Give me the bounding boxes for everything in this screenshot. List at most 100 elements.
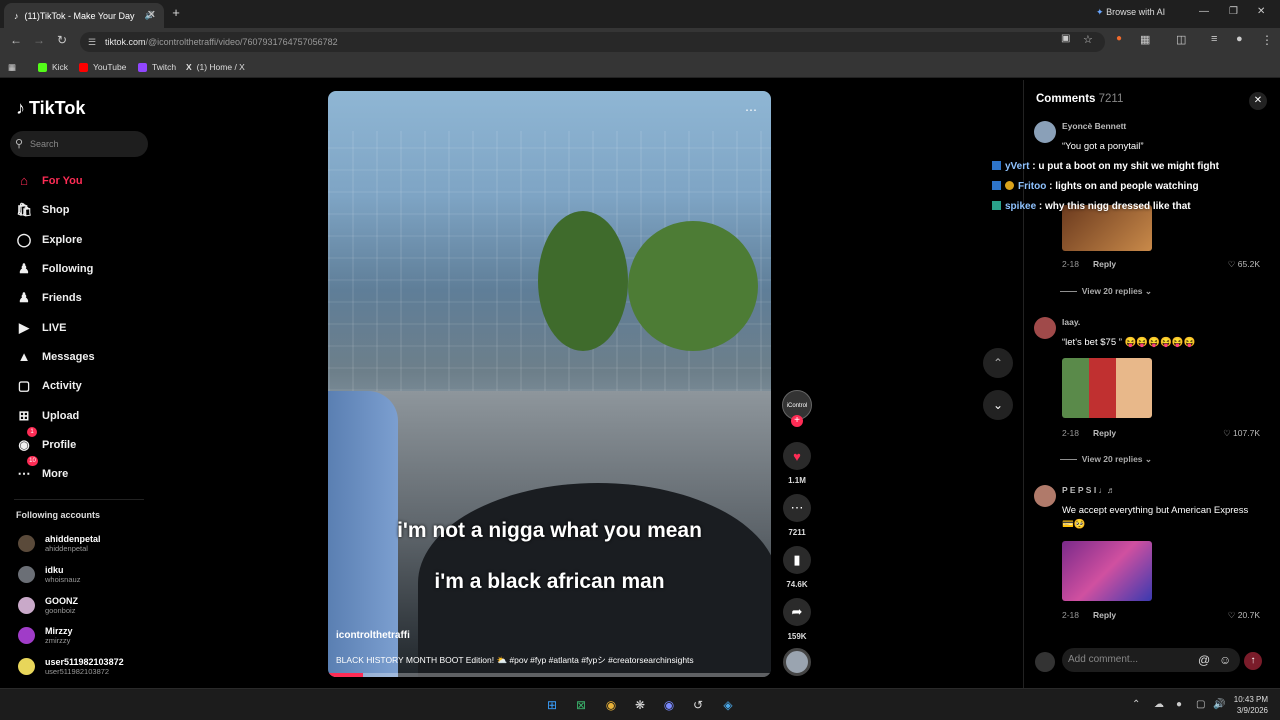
extension-icon[interactable]: ● (1116, 33, 1122, 44)
minimize-icon[interactable]: — (1199, 6, 1209, 17)
account-name: user511982103872 (45, 657, 124, 667)
bookmark-twitch[interactable]: Twitch (138, 62, 176, 72)
view-replies-button[interactable]: —— View 20 replies ⌄ (1060, 454, 1152, 465)
app-icon[interactable]: ↺ (690, 697, 706, 713)
account-item[interactable]: idku whoisnauz (18, 565, 80, 584)
nav-label: More (42, 468, 69, 480)
install-app-icon[interactable]: ▣ (1061, 33, 1070, 44)
extensions-puzzle-icon[interactable]: ▦ (1140, 33, 1150, 46)
discord-icon[interactable]: ◉ (661, 697, 677, 713)
bookmark-kick[interactable]: Kick (38, 62, 68, 72)
comment-like[interactable]: ♡ 65.2K (1228, 259, 1260, 270)
previous-video-button[interactable]: ⌃ (983, 348, 1013, 378)
browser-menu-icon[interactable]: ⋮ (1261, 33, 1273, 47)
nav-label: Friends (42, 292, 82, 304)
tab-close-icon[interactable]: ✕ (147, 8, 156, 21)
restore-icon[interactable]: ❐ (1229, 6, 1238, 17)
site-info-icon[interactable]: ☰ (88, 32, 96, 52)
comment-image[interactable] (1062, 358, 1152, 418)
account-item[interactable]: user511982103872 user511982103872 (18, 657, 124, 676)
nav-friends[interactable]: ♟ Friends (16, 290, 82, 306)
like-button[interactable]: ♥ 1.1M (783, 442, 811, 485)
nav-shop[interactable]: 🛍 Shop (16, 202, 70, 218)
comment-image[interactable] (1062, 541, 1152, 601)
chat-badge-icon (992, 181, 1001, 190)
share-button[interactable]: ➦ 159K (783, 598, 811, 641)
save-button[interactable]: ▮ 74.6K (783, 546, 811, 589)
chrome-icon[interactable]: ◉ (603, 697, 619, 713)
excel-icon[interactable]: ⊠ (573, 697, 589, 713)
avatar[interactable] (1034, 317, 1056, 339)
video-player[interactable]: ⋯ i'm not a nigga what you mean i'm a bl… (328, 91, 771, 677)
nav-upload[interactable]: ⊞ Upload (16, 408, 80, 424)
account-item[interactable]: Mirzzy zmirzzy (18, 626, 73, 645)
nav-following[interactable]: ♟ Following (16, 261, 93, 277)
bookmarks-bar: ▦ Kick YouTube Twitch X (1) Home / X (0, 56, 1280, 78)
comment-like[interactable]: ♡ 20.7K (1228, 610, 1260, 621)
reply-button[interactable]: Reply (1093, 428, 1116, 438)
nav-messages[interactable]: ▲ Messages (16, 349, 95, 364)
bookmark-youtube[interactable]: YouTube (79, 62, 126, 72)
chatgpt-icon[interactable]: ❋ (632, 697, 648, 713)
profile-avatar-icon[interactable]: ● (1236, 33, 1243, 45)
system-clock[interactable]: 10:43 PM 3/9/2026 (1234, 694, 1268, 716)
nav-explore[interactable]: ◯ Explore (16, 232, 83, 248)
music-disc-icon[interactable] (783, 648, 811, 676)
side-panel-icon[interactable]: ◫ (1176, 33, 1186, 46)
mic-icon[interactable]: ● (1176, 699, 1182, 710)
video-description[interactable]: BLACK HISTORY MONTH BOOT Edition! ⛅ #pov… (336, 654, 694, 666)
account-item[interactable]: ahiddenpetal ahiddenpetal (18, 534, 101, 553)
tiktok-logo[interactable]: ♪ TikTok (16, 98, 85, 119)
avatar[interactable] (1034, 485, 1056, 507)
windows-start-icon[interactable]: ⊞ (544, 697, 560, 713)
browser-tab[interactable]: ♪ (11)TikTok - Make Your Day 🔊 ✕ (4, 3, 164, 28)
cloud-icon[interactable]: ☁ (1154, 699, 1164, 710)
steam-icon[interactable]: ◈ (720, 697, 736, 713)
nav-live[interactable]: ▶ LIVE (16, 320, 66, 336)
comment-author[interactable]: laay. (1062, 317, 1080, 327)
bookmark-star-icon[interactable]: ☆ (1083, 33, 1093, 46)
view-replies-button[interactable]: —— View 20 replies ⌄ (1060, 286, 1152, 297)
forward-arrow-icon[interactable]: → (33, 33, 45, 47)
avatar[interactable] (1034, 121, 1056, 143)
media-control-icon[interactable]: ≡ (1211, 33, 1217, 45)
url-field[interactable]: ☰ tiktok.com/@icontrolthetraffi/video/76… (80, 32, 1105, 52)
bookmark-x[interactable]: X (1) Home / X (186, 62, 245, 72)
reply-button[interactable]: Reply (1093, 610, 1116, 620)
follow-plus-button[interactable]: + (791, 415, 803, 427)
reply-button[interactable]: Reply (1093, 259, 1116, 269)
add-comment-input[interactable]: Add comment... @ ☺ (1062, 648, 1240, 672)
window-close-icon[interactable]: ✕ (1257, 6, 1265, 17)
chat-badge-icon (1005, 181, 1014, 190)
browse-with-ai-button[interactable]: ✦ Browse with AI (1096, 7, 1165, 18)
video-more-icon[interactable]: ⋯ (745, 103, 757, 117)
next-video-button[interactable]: ⌄ (983, 390, 1013, 420)
comment-author[interactable]: Eyoncè Bennett (1062, 121, 1126, 131)
search-input[interactable]: ⚲ Search (10, 131, 148, 157)
send-comment-button[interactable]: ↑ (1244, 652, 1262, 670)
mention-icon[interactable]: @ (1198, 648, 1210, 672)
add-comment-placeholder: Add comment... (1068, 654, 1139, 665)
avatar (18, 658, 35, 675)
nav-for-you[interactable]: ⌂ For You (16, 173, 82, 188)
account-handle: whoisnauz (45, 575, 81, 584)
back-arrow-icon[interactable]: ← (10, 33, 22, 47)
volume-icon[interactable]: 🔊 (1213, 699, 1225, 710)
apps-grid-icon[interactable]: ▦ (8, 62, 16, 73)
nav-profile[interactable]: ◉ Profile (16, 437, 76, 453)
account-item[interactable]: GOONZ goonboiz (18, 596, 78, 615)
comment-button[interactable]: ⋯ 7211 (783, 494, 811, 537)
nav-activity[interactable]: ▢ Activity (16, 378, 82, 394)
emoji-icon[interactable]: ☺ (1219, 648, 1231, 672)
tray-chevron-icon[interactable]: ⌃ (1132, 699, 1140, 710)
bookmark-label: Kick (52, 62, 69, 72)
video-username[interactable]: icontrolthetraffi (336, 630, 410, 641)
comment-like[interactable]: ♡ 107.7K (1223, 428, 1260, 439)
reload-icon[interactable]: ↻ (57, 33, 67, 47)
new-tab-button[interactable]: + (169, 6, 183, 20)
comment-author[interactable]: P E P S I ♩♬ (1062, 485, 1116, 495)
nav-more[interactable]: ⋯ More (16, 466, 69, 482)
close-comments-icon[interactable]: ✕ (1249, 92, 1267, 110)
video-progress-bar[interactable] (328, 673, 771, 677)
network-icon[interactable]: ▢ (1196, 699, 1205, 710)
